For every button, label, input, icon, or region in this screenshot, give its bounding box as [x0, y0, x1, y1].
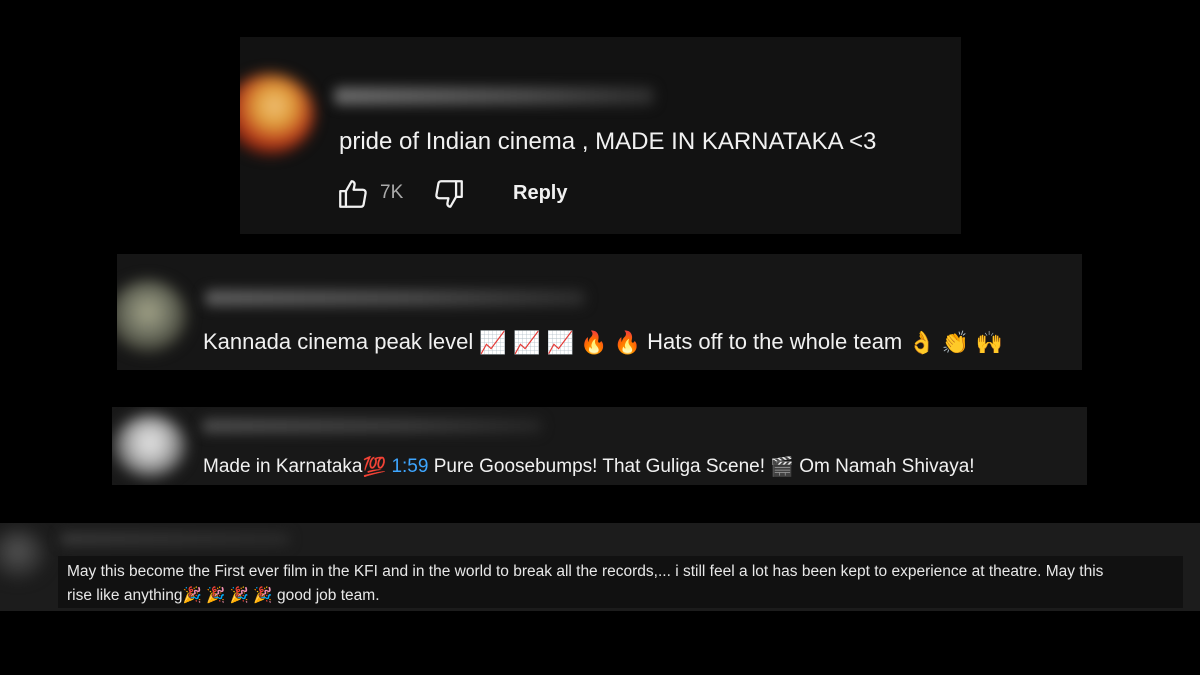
comment-text-part2: Pure Goosebumps! That Guliga Scene! — [433, 456, 766, 478]
party-popper-emoji: 🎉 — [229, 587, 250, 604]
comment-text: Kannada cinema peak level 📈 📈 📈 🔥 🔥 Hats… — [203, 329, 1003, 356]
timestamp-link[interactable]: 1:59 — [391, 456, 428, 477]
thumbs-up-icon — [339, 180, 367, 208]
ok-hand-emoji: 👌 — [908, 330, 936, 356]
blurred-username[interactable] — [205, 290, 585, 306]
comment-text-part1: Made in Karnataka — [203, 456, 363, 478]
comment-line-2-start: rise like anything — [67, 587, 183, 605]
party-popper-emoji: 🎉 — [206, 587, 226, 604]
comment-card-1: pride of Indian cinema , MADE IN KARNATA… — [240, 37, 961, 234]
blurred-username[interactable] — [202, 419, 542, 433]
comment-line-2: rise like anything🎉 🎉 🎉 🎉 good job team. — [67, 584, 1177, 608]
comment-card-4: May this become the First ever film in t… — [0, 523, 1200, 611]
comment-text-box: May this become the First ever film in t… — [58, 556, 1183, 608]
party-popper-emoji: 🎉 — [253, 587, 273, 604]
comment-text-part1: Kannada cinema peak level — [203, 329, 474, 354]
dislike-button[interactable] — [432, 177, 466, 211]
blurred-username[interactable] — [60, 533, 290, 545]
clapper-board-emoji: 🎬 — [770, 457, 794, 478]
comment-card-3: Made in Karnataka💯 1:59 Pure Goosebumps!… — [112, 407, 1087, 485]
chart-increasing-emoji: 📈 — [512, 330, 541, 356]
avatar[interactable] — [240, 74, 314, 154]
thumbs-down-icon — [435, 180, 463, 208]
hundred-points-emoji: 💯 — [362, 457, 387, 478]
like-button[interactable] — [336, 177, 370, 211]
comment-text-part3: Om Namah Shivaya! — [799, 456, 975, 478]
comment-text: Made in Karnataka💯 1:59 Pure Goosebumps!… — [203, 455, 975, 479]
comment-card-2: Kannada cinema peak level 📈 📈 📈 🔥 🔥 Hats… — [117, 254, 1082, 370]
fire-emoji: 🔥 — [580, 330, 608, 356]
chart-increasing-emoji: 📈 — [479, 330, 507, 356]
comment-line-1: May this become the First ever film in t… — [67, 563, 1104, 580]
avatar[interactable] — [0, 529, 46, 579]
avatar[interactable] — [114, 415, 186, 477]
blurred-username[interactable] — [334, 87, 654, 105]
like-count: 7K — [380, 182, 404, 203]
party-popper-emoji: 🎉 — [182, 587, 202, 604]
chart-increasing-emoji: 📈 — [546, 330, 574, 356]
reply-button[interactable]: Reply — [513, 182, 567, 205]
comment-text: May this become the First ever film in t… — [67, 560, 1177, 608]
avatar[interactable] — [117, 280, 187, 352]
clapping-hands-emoji: 👏 — [941, 330, 970, 356]
comment-text: pride of Indian cinema , MADE IN KARNATA… — [339, 128, 877, 155]
comment-line-2-end: good job team. — [276, 587, 380, 605]
comment-text-part2: Hats off to the whole team — [647, 329, 903, 354]
fire-emoji: 🔥 — [613, 330, 641, 356]
raising-hands-emoji: 🙌 — [975, 330, 1003, 356]
